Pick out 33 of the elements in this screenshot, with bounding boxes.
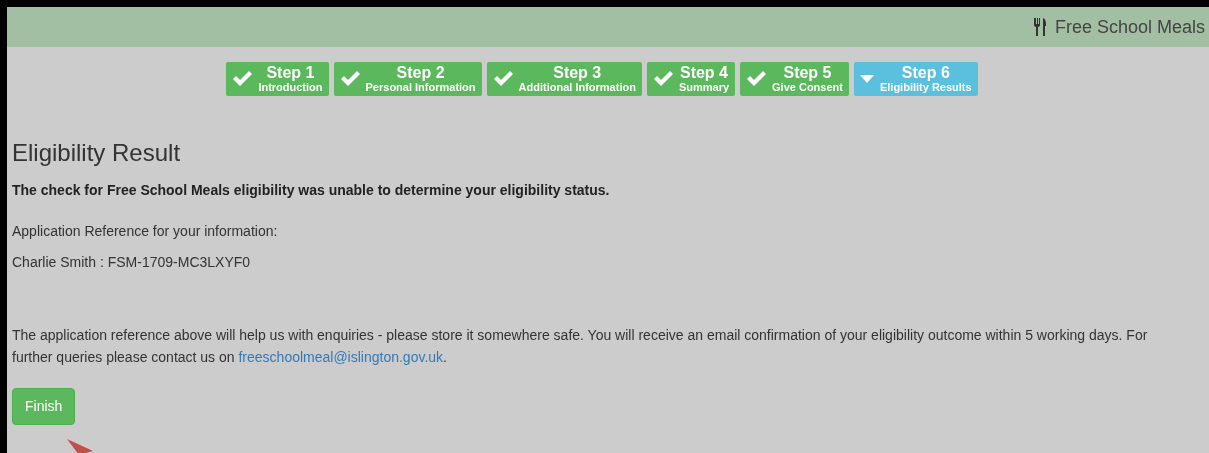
check-icon [232,71,253,87]
step-title: Step 4 [679,65,728,81]
reference-value: Charlie Smith : FSM-1709-MC3LXYF0 [12,253,252,272]
step-tab[interactable]: Step 5 Give Consent [740,62,849,96]
finish-button[interactable]: Finish [12,388,76,425]
caret-down-icon [859,75,874,83]
result-message: The check for Free School Meals eligibility was unable to determine your eligibility status. [12,181,611,200]
step-subtitle: Additional Information [518,82,636,93]
step-title: Step 6 [901,65,950,81]
step-title: Step 2 [396,65,445,81]
cutlery-icon [1032,18,1047,36]
pointer-arrow-icon [67,439,93,453]
app-title: Free School Meals [1054,15,1205,39]
step-tab[interactable]: Step 2 Personal Information [333,62,482,96]
check-icon [746,71,767,87]
step-title: Step 3 [553,65,602,81]
step-tab[interactable]: Step 1 Introduction [226,62,329,96]
check-icon [652,71,673,87]
check-icon [339,71,360,87]
reference-label: Application Reference for your information: [12,222,279,241]
step-subtitle: Personal Information [365,82,476,93]
step-subtitle: Summary [678,82,730,93]
step-tab[interactable]: Step 3 Additional Information [486,62,642,96]
step-subtitle: Introduction [258,82,323,93]
step-tab[interactable]: Step 6 Eligibility Results [853,62,978,96]
step-subtitle: Eligibility Results [879,82,972,93]
page-heading: Eligibility Result [12,138,182,168]
check-icon [492,71,513,87]
notice-text: The application reference above will help us with enquiries - please store it somewhere safe. You will receive an email confirmation of your eligibility outcome within 5 working days. For further queries please contact us on freeschoolmeal@islington.gov.uk. [12,326,1149,367]
step-subtitle: Give Consent [772,82,843,93]
step-tab[interactable]: Step 4 Summary [646,62,736,96]
step-title: Step 5 [783,65,832,81]
step-title: Step 1 [266,65,315,81]
